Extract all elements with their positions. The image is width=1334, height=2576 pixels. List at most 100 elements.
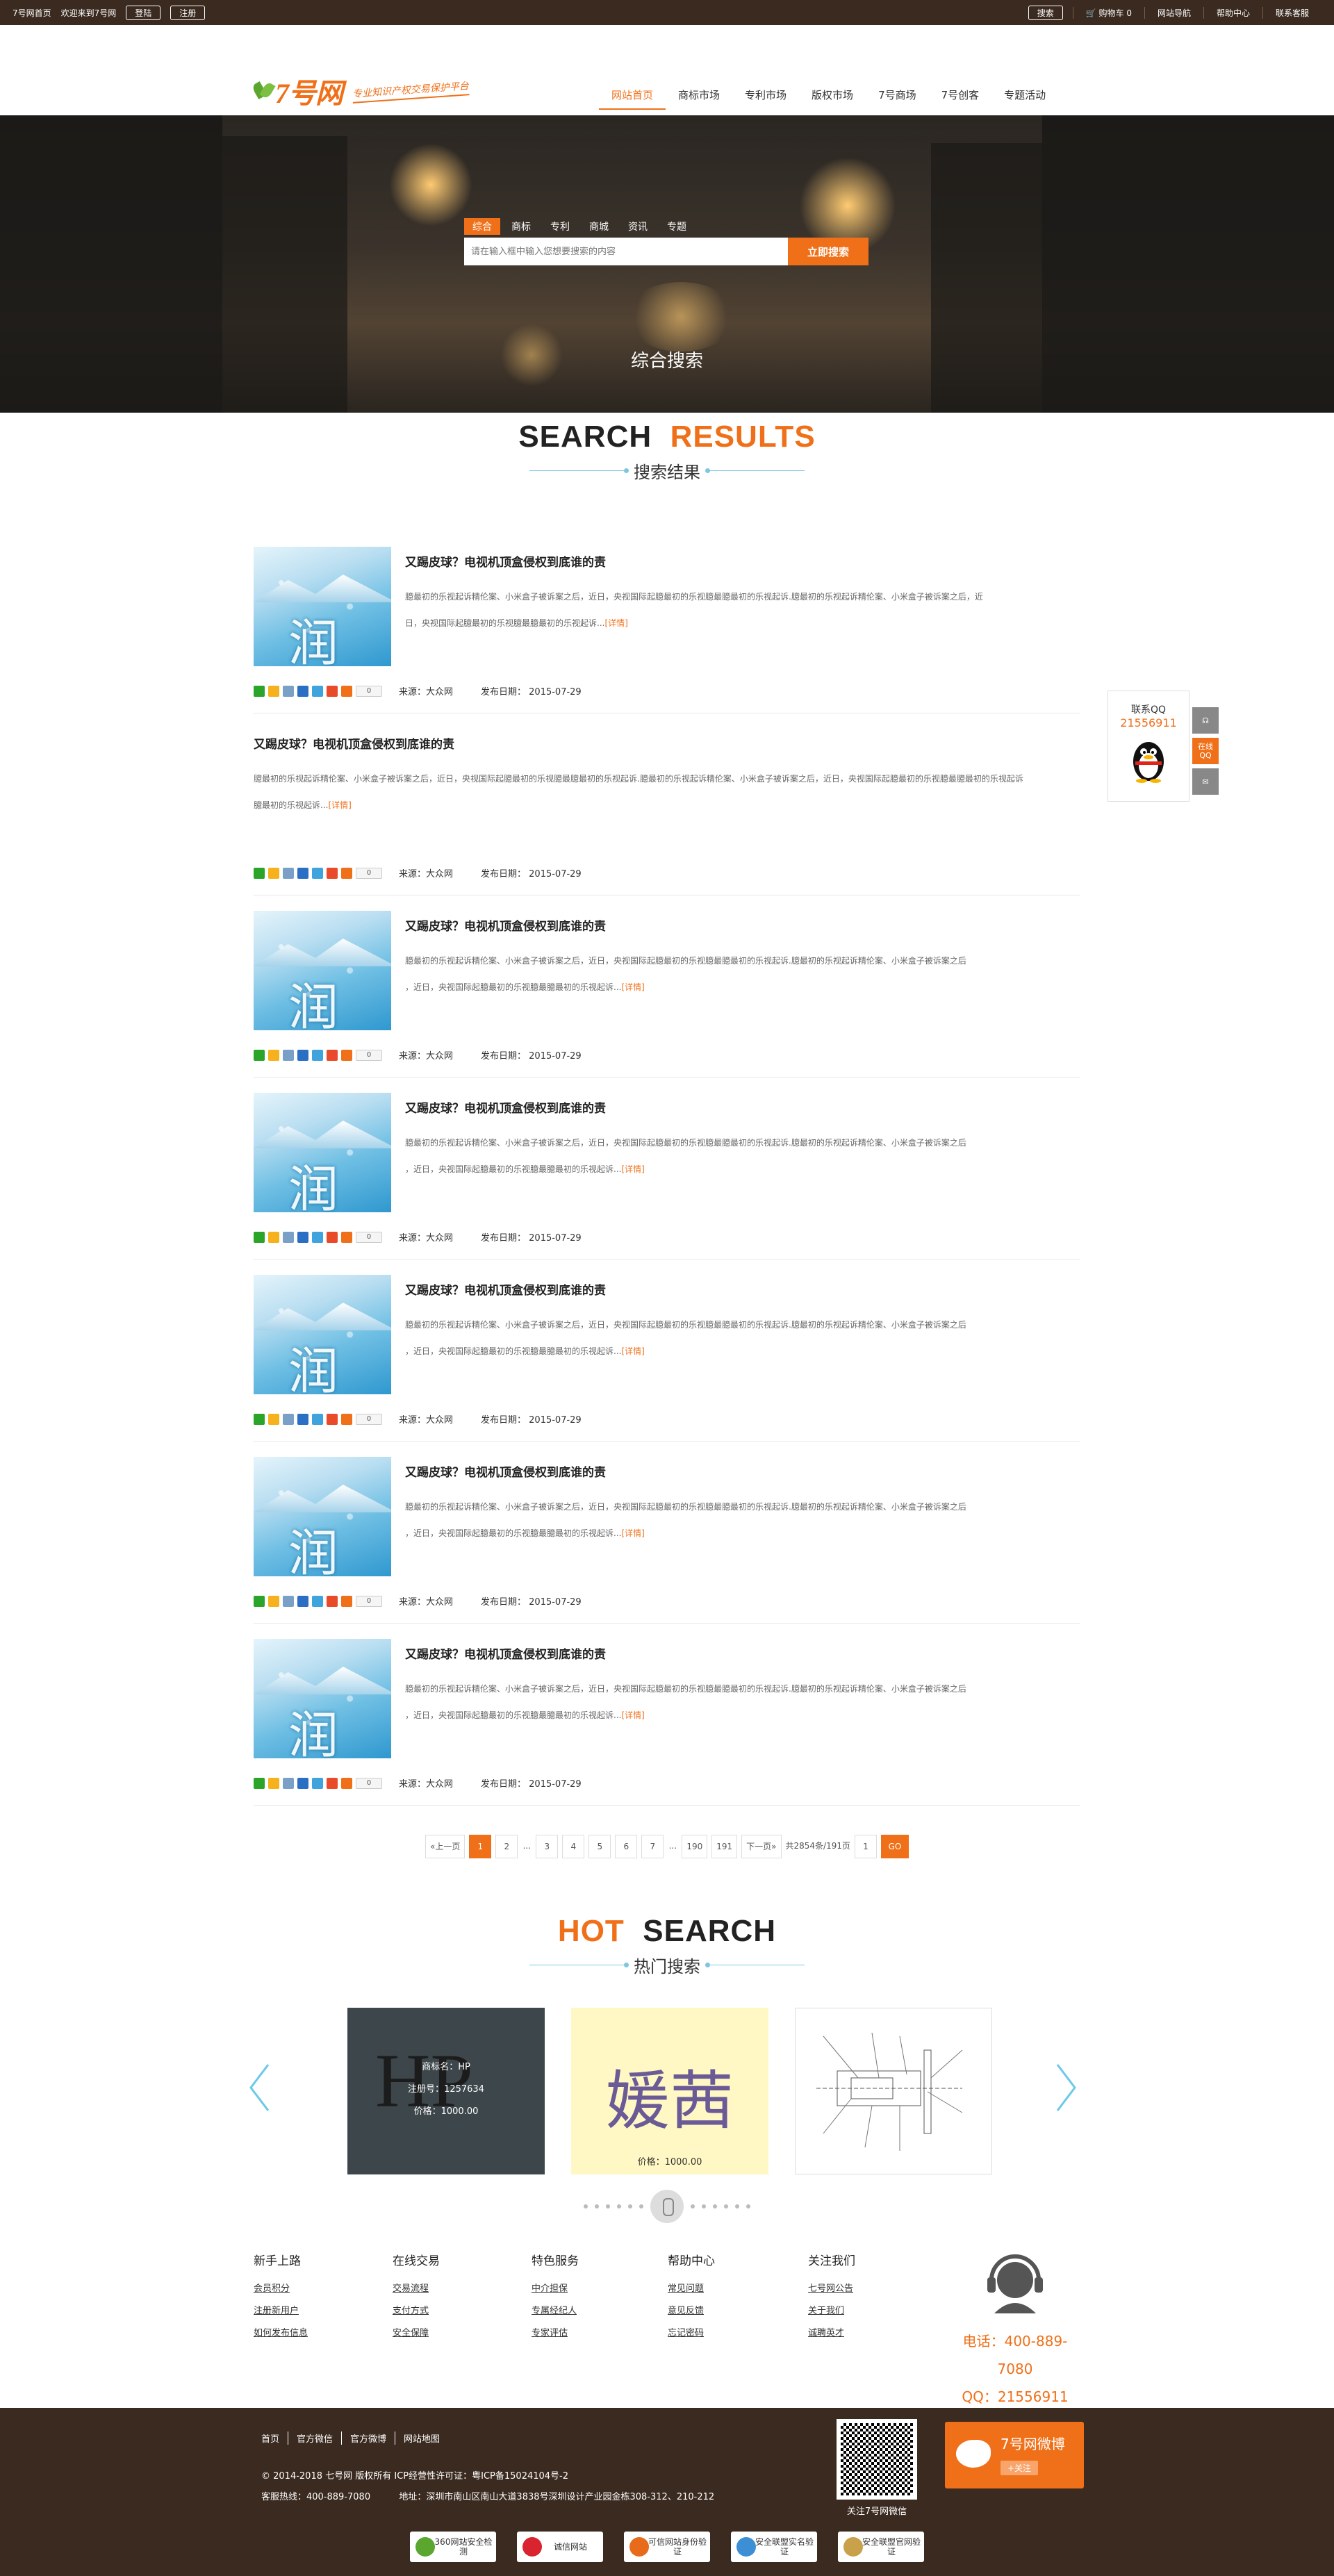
carousel-dot[interactable] <box>746 2204 750 2208</box>
pager-page[interactable]: 3 <box>536 1835 559 1858</box>
share-more-icon[interactable] <box>341 1413 352 1425</box>
result-more-link[interactable]: [详情] <box>621 1164 644 1174</box>
search-tab-topic[interactable]: 专题 <box>659 218 695 235</box>
pager-page[interactable]: 2 <box>495 1835 518 1858</box>
share-tencent-icon[interactable] <box>312 1595 323 1607</box>
nav-events[interactable]: 专题活动 <box>991 88 1058 110</box>
result-thumbnail[interactable]: 润 <box>254 1275 391 1394</box>
footer-link[interactable]: 会员积分 <box>254 2278 308 2300</box>
footer-link[interactable]: 如何发布信息 <box>254 2322 308 2345</box>
pager-next[interactable]: 下一页» <box>741 1835 782 1858</box>
share-qzone-icon[interactable] <box>268 1231 279 1243</box>
share-weibo-icon[interactable] <box>327 1413 338 1425</box>
footer-link[interactable]: 安全保障 <box>393 2322 440 2345</box>
share-weibo-icon[interactable] <box>327 867 338 879</box>
top-search-button[interactable]: 搜索 <box>1028 5 1063 20</box>
share-qzone-icon[interactable] <box>268 867 279 879</box>
share-tencent-icon[interactable] <box>312 867 323 879</box>
footer-link[interactable]: 诚聘英才 <box>808 2322 855 2345</box>
share-renren-icon[interactable] <box>297 867 308 879</box>
share-renren-icon[interactable] <box>297 1777 308 1789</box>
contact-link[interactable]: 联系客服 <box>1262 6 1321 19</box>
share-qzone-icon[interactable] <box>268 1049 279 1061</box>
search-tab-patent[interactable]: 专利 <box>542 218 578 235</box>
home-link[interactable]: 7号网首页 <box>13 7 51 19</box>
result-thumbnail[interactable]: 润 <box>254 911 391 1030</box>
footer-link[interactable]: 支付方式 <box>393 2300 440 2322</box>
search-tab-news[interactable]: 资讯 <box>620 218 656 235</box>
carousel-dot[interactable] <box>735 2204 739 2208</box>
carousel-dot[interactable] <box>691 2204 695 2208</box>
share-wechat-icon[interactable] <box>254 1049 265 1061</box>
float-qq-panel[interactable]: 联系QQ 21556911 <box>1107 691 1189 802</box>
nav-copyright[interactable]: 版权市场 <box>799 88 866 110</box>
share-weibo-icon[interactable] <box>327 1049 338 1061</box>
result-more-link[interactable]: [详情] <box>604 618 627 628</box>
nav-mall[interactable]: 7号商场 <box>866 88 929 110</box>
share-wechat-icon[interactable] <box>254 1777 265 1789</box>
carousel-dot[interactable] <box>724 2204 728 2208</box>
help-link[interactable]: 帮助中心 <box>1203 6 1262 19</box>
pager-page[interactable]: 6 <box>615 1835 638 1858</box>
pager-page[interactable]: 1 <box>469 1835 492 1858</box>
cart-link[interactable]: 🛒 购物车 0 <box>1072 6 1144 19</box>
register-button[interactable]: 注册 <box>170 5 206 20</box>
share-weibo-icon[interactable] <box>327 685 338 697</box>
result-title[interactable]: 又踢皮球？电视机顶盒侵权到底谁的责 <box>405 552 1080 570</box>
share-renren-icon[interactable] <box>297 685 308 697</box>
nav-trademark[interactable]: 商标市场 <box>666 88 732 110</box>
carousel-dot[interactable] <box>702 2204 706 2208</box>
hot-card-yuanqian[interactable]: 媛茜 价格：1000.00 <box>571 2008 768 2174</box>
weibo-follow-button[interactable]: +关注 <box>1000 2461 1039 2475</box>
share-renren-icon[interactable] <box>297 1049 308 1061</box>
nav-maker[interactable]: 7号创客 <box>929 88 992 110</box>
result-title[interactable]: 又踢皮球？电视机顶盒侵权到底谁的责 <box>405 1280 1080 1298</box>
share-wechat-icon[interactable] <box>254 1231 265 1243</box>
share-qzone-icon[interactable] <box>268 1595 279 1607</box>
share-more-icon[interactable] <box>341 685 352 697</box>
share-renren-icon[interactable] <box>297 1413 308 1425</box>
share-renren-icon[interactable] <box>297 1231 308 1243</box>
share-qzone-icon[interactable] <box>268 1777 279 1789</box>
share-tencent-icon[interactable] <box>312 1777 323 1789</box>
share-more-icon[interactable] <box>341 1231 352 1243</box>
share-douban-icon[interactable] <box>283 1413 294 1425</box>
headset-icon[interactable]: ☊ <box>1192 707 1219 734</box>
logo[interactable]: 7号网 专业知识产权交易保护平台 <box>252 71 470 111</box>
pager-go-button[interactable]: GO <box>881 1835 909 1858</box>
share-weibo-icon[interactable] <box>327 1777 338 1789</box>
footer-link[interactable]: 常见问题 <box>668 2278 715 2300</box>
badge-official[interactable]: 安全联盟官网验证 <box>838 2532 924 2562</box>
share-wechat-icon[interactable] <box>254 685 265 697</box>
carousel-prev-arrow-icon[interactable] <box>249 2063 270 2112</box>
footer-link[interactable]: 意见反馈 <box>668 2300 715 2322</box>
nav-home[interactable]: 网站首页 <box>599 88 666 110</box>
footer-link[interactable]: 关于我们 <box>808 2300 855 2322</box>
share-tencent-icon[interactable] <box>312 1231 323 1243</box>
badge-360[interactable]: 360网站安全检测 <box>410 2532 496 2562</box>
result-more-link[interactable]: [详情] <box>621 1528 644 1538</box>
pager-page-input[interactable]: 1 <box>855 1835 877 1858</box>
pager-prev[interactable]: «上一页 <box>425 1835 466 1858</box>
footer-link[interactable]: 专属经纪人 <box>532 2300 579 2322</box>
weibo-block[interactable]: 7号网微博 +关注 <box>945 2422 1084 2488</box>
hot-card-patent-drawing[interactable] <box>795 2008 992 2174</box>
badge-trusted[interactable]: 可信网站身份验证 <box>624 2532 710 2562</box>
badge-credit[interactable]: 诚信网站 <box>517 2532 603 2562</box>
carousel-dot[interactable] <box>617 2204 621 2208</box>
nav-patent[interactable]: 专利市场 <box>732 88 799 110</box>
carousel-next-arrow-icon[interactable] <box>1056 2063 1077 2112</box>
search-tab-trademark[interactable]: 商标 <box>503 218 539 235</box>
result-more-link[interactable]: [详情] <box>621 1346 644 1356</box>
login-button[interactable]: 登陆 <box>126 5 161 20</box>
carousel-dot[interactable] <box>713 2204 717 2208</box>
pager-page[interactable]: 7 <box>641 1835 664 1858</box>
footer-nav-home[interactable]: 首页 <box>261 2431 288 2445</box>
result-thumbnail[interactable]: 润 <box>254 1639 391 1758</box>
share-douban-icon[interactable] <box>283 1049 294 1061</box>
share-tencent-icon[interactable] <box>312 1049 323 1061</box>
share-more-icon[interactable] <box>341 1595 352 1607</box>
share-qzone-icon[interactable] <box>268 1413 279 1425</box>
result-title[interactable]: 又踢皮球？电视机顶盒侵权到底谁的责 <box>254 734 1080 752</box>
result-title[interactable]: 又踢皮球？电视机顶盒侵权到底谁的责 <box>405 1462 1080 1480</box>
